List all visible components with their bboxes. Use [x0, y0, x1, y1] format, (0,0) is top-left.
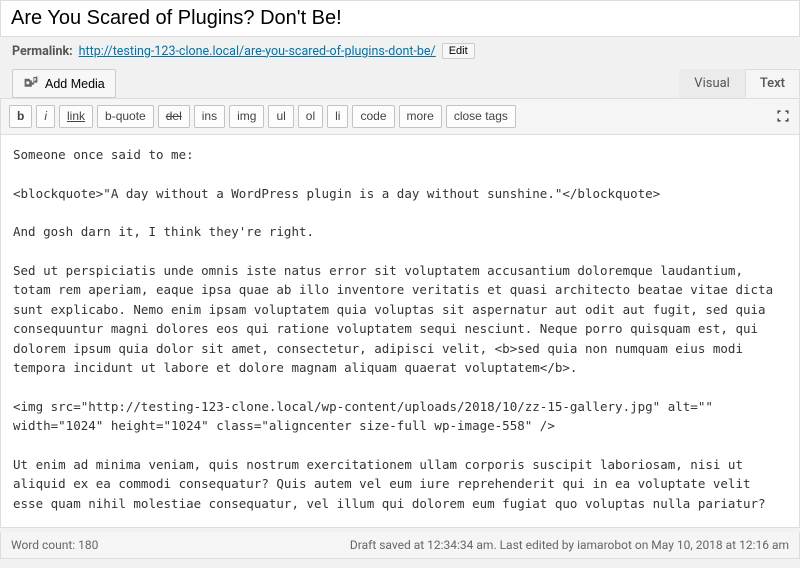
camera-music-icon	[23, 74, 39, 93]
qt-ins-button[interactable]: ins	[194, 105, 225, 128]
status-bar: Word count: 180 Draft saved at 12:34:34 …	[0, 532, 800, 559]
add-media-label: Add Media	[45, 77, 105, 91]
permalink-link[interactable]: http://testing-123-clone.local/are-you-s…	[79, 44, 436, 59]
qt-bold-button[interactable]: b	[9, 105, 32, 128]
qt-link-button[interactable]: link	[59, 105, 93, 128]
qt-code-button[interactable]: code	[352, 105, 394, 128]
post-title-input[interactable]	[0, 0, 800, 37]
qt-li-button[interactable]: li	[327, 105, 348, 128]
qt-close-tags-button[interactable]: close tags	[446, 105, 516, 128]
qt-del-button[interactable]: del	[158, 105, 190, 128]
add-media-button[interactable]: Add Media	[12, 69, 116, 98]
qt-blockquote-button[interactable]: b-quote	[97, 105, 154, 128]
qt-img-button[interactable]: img	[229, 105, 264, 128]
content-textarea[interactable]	[0, 135, 800, 528]
qt-ul-button[interactable]: ul	[268, 105, 293, 128]
edit-permalink-button[interactable]: Edit	[442, 43, 475, 59]
tab-visual[interactable]: Visual	[679, 69, 745, 98]
tab-text[interactable]: Text	[745, 69, 800, 98]
qt-ol-button[interactable]: ol	[298, 105, 323, 128]
qt-italic-button[interactable]: i	[36, 105, 55, 128]
qt-more-button[interactable]: more	[399, 105, 442, 128]
save-status: Draft saved at 12:34:34 am. Last edited …	[350, 538, 789, 552]
permalink-row: Permalink: http://testing-123-clone.loca…	[0, 37, 800, 65]
permalink-label: Permalink:	[12, 44, 73, 59]
quicktags-toolbar: b i link b-quote del ins img ul ol li co…	[0, 98, 800, 135]
editor-tabs: Visual Text	[679, 69, 800, 98]
fullscreen-icon[interactable]	[775, 108, 791, 124]
word-count: Word count: 180	[11, 538, 98, 552]
